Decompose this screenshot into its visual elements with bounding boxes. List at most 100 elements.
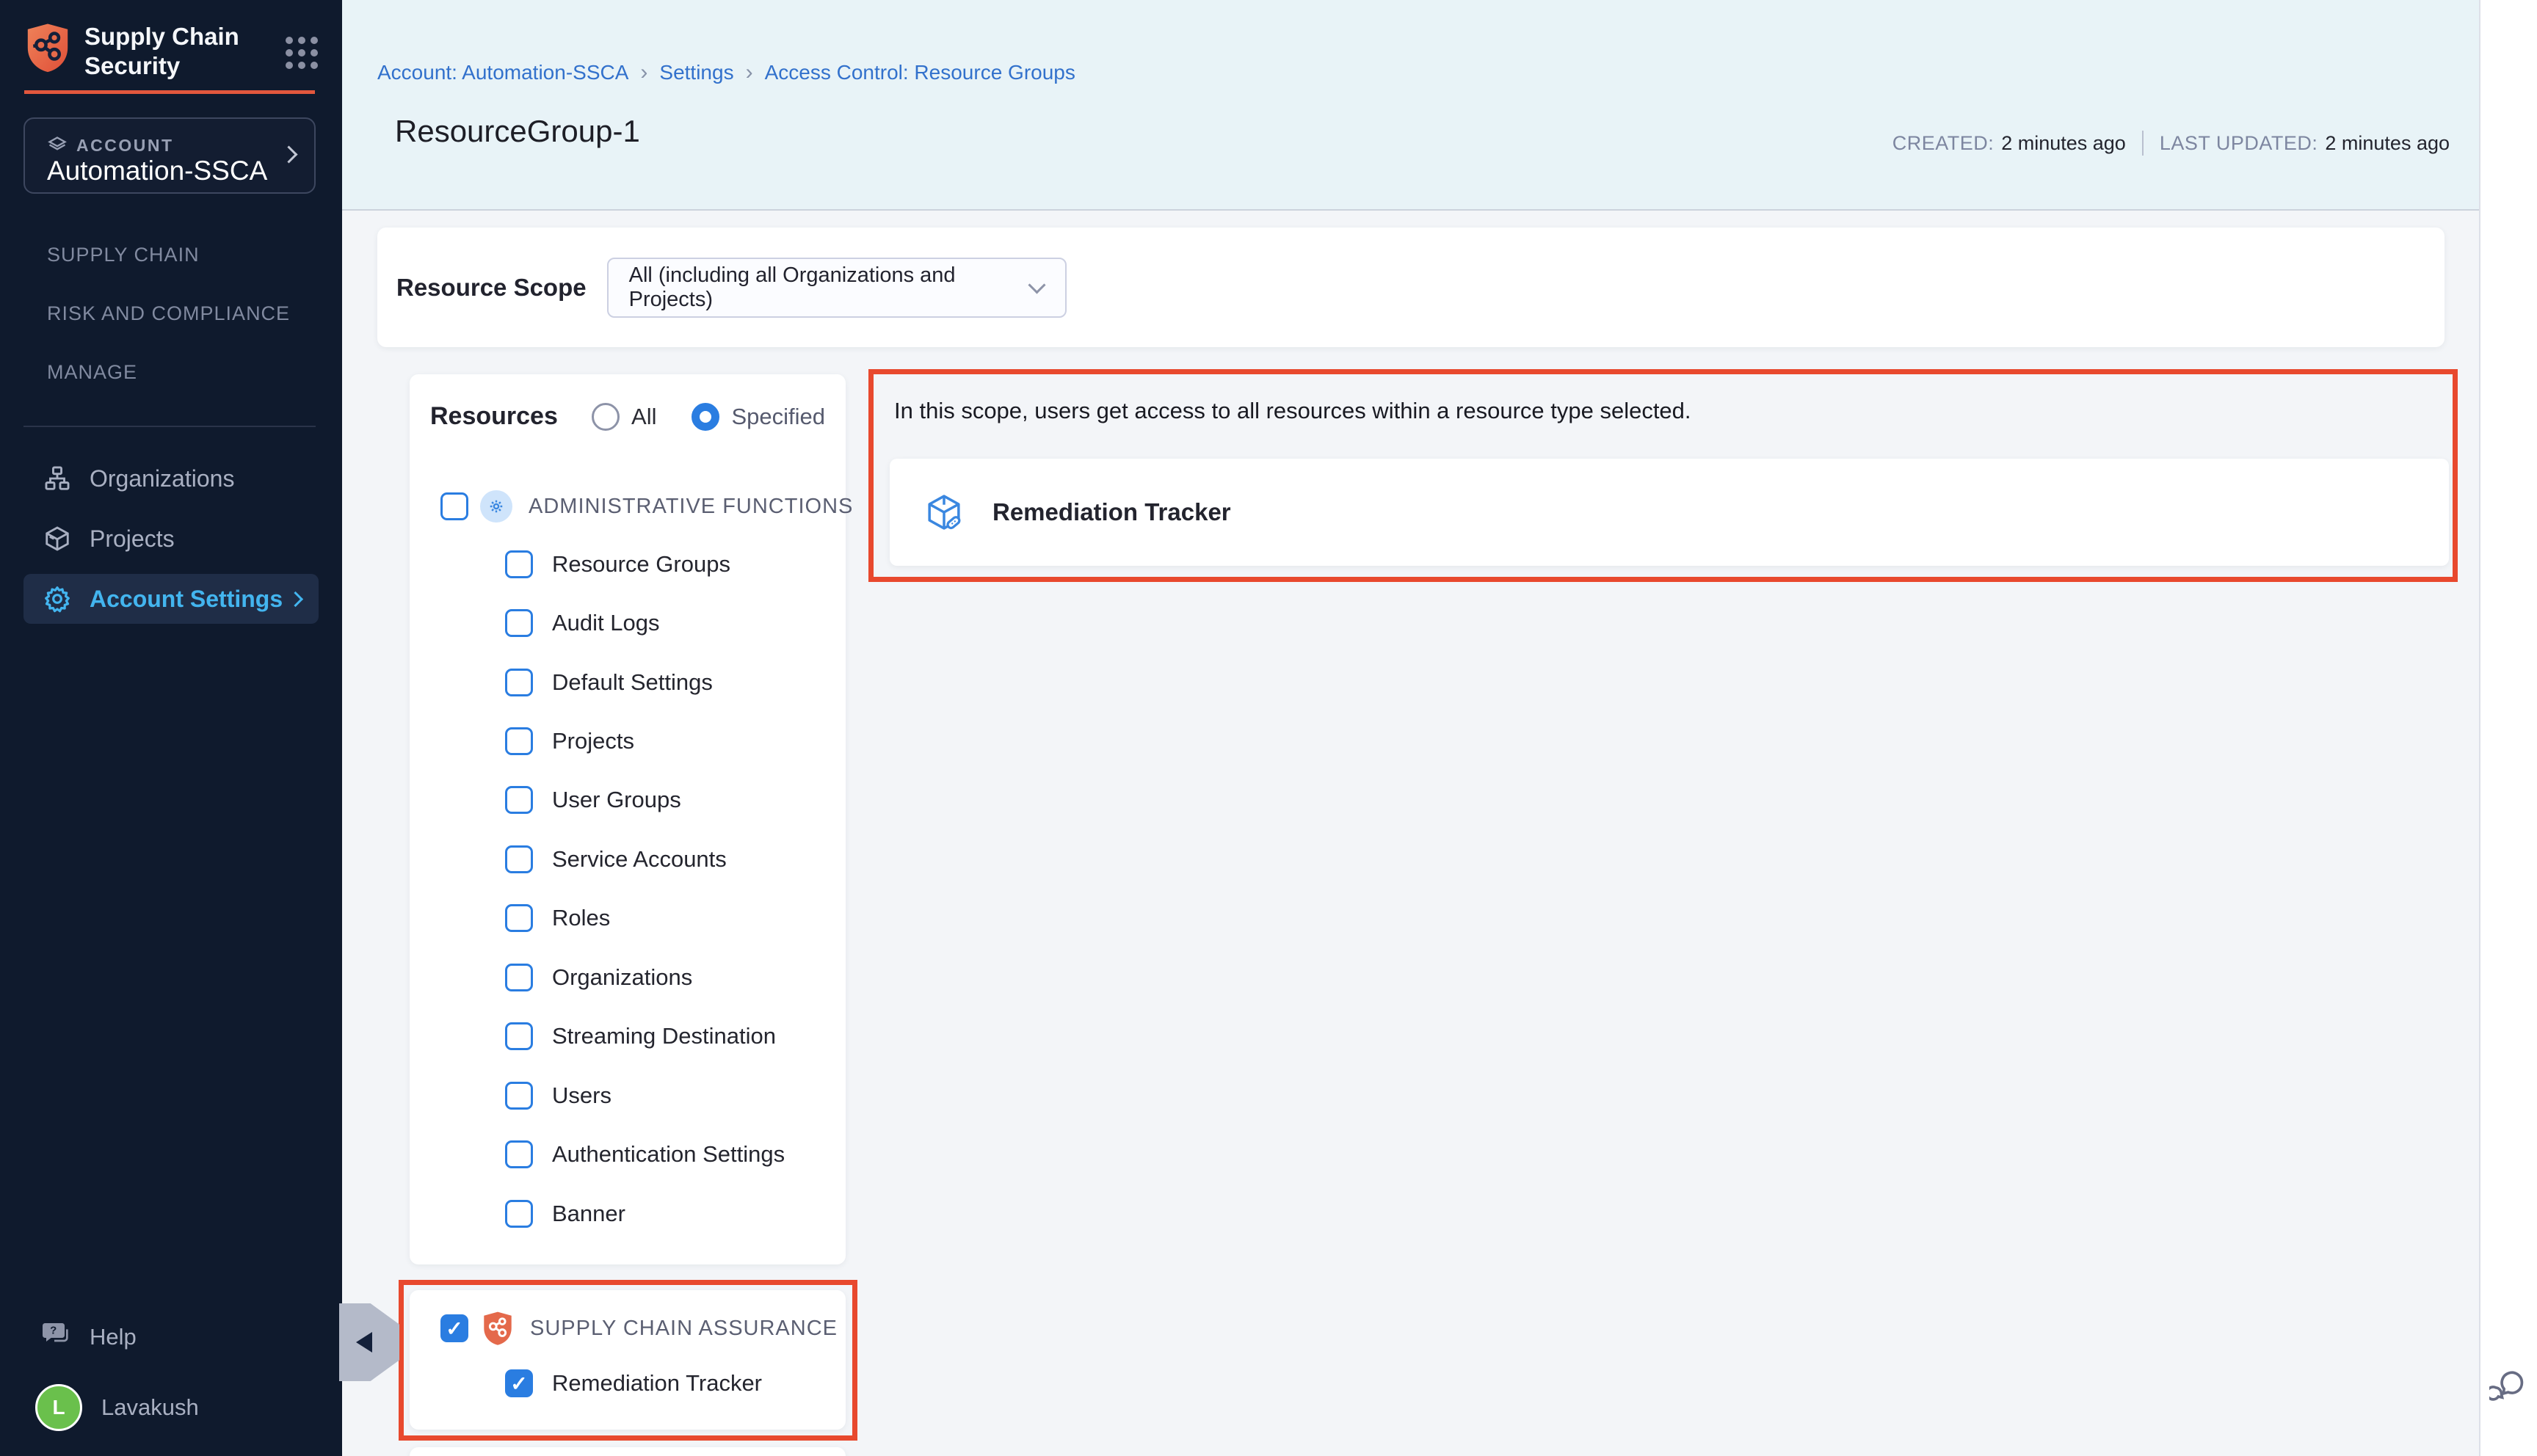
item-label: Users xyxy=(552,1082,611,1109)
breadcrumb-account[interactable]: Account: Automation-SSCA xyxy=(377,61,628,84)
sidebar-section-supply-chain[interactable]: SUPPLY CHAIN xyxy=(47,244,200,266)
item-checkbox[interactable] xyxy=(505,1140,533,1168)
sidebar-section-manage[interactable]: MANAGE xyxy=(47,361,137,384)
app-switcher-grid-icon[interactable] xyxy=(286,37,318,69)
resource-row: Organizations xyxy=(505,964,692,991)
chevron-down-icon xyxy=(1028,276,1045,294)
help-button[interactable]: ? Help xyxy=(23,1315,317,1359)
updated-label: LAST UPDATED: xyxy=(2160,132,2318,155)
resource-row: Audit Logs xyxy=(505,609,660,637)
resource-row: User Groups xyxy=(505,786,681,814)
remediation-cube-icon xyxy=(923,492,965,533)
sidebar-divider xyxy=(23,426,316,427)
item-checkbox[interactable] xyxy=(505,550,533,578)
svg-text:?: ? xyxy=(50,1324,57,1336)
radio-all-label[interactable]: All xyxy=(631,404,656,430)
sidebar-item-account-settings[interactable]: Account Settings xyxy=(23,574,319,624)
resources-radio-group: All Specified xyxy=(592,403,825,431)
created-value: 2 minutes ago xyxy=(2001,132,2126,155)
resource-row: Service Accounts xyxy=(505,845,727,873)
item-checkbox[interactable] xyxy=(505,904,533,932)
chevron-right-icon xyxy=(280,145,297,163)
sidebar-item-label: Account Settings xyxy=(90,586,283,613)
breadcrumb-settings[interactable]: Settings xyxy=(659,61,733,84)
avatar: L xyxy=(35,1384,82,1431)
item-label: Banner xyxy=(552,1201,625,1227)
radio-specified[interactable] xyxy=(692,403,719,431)
item-label: Resource Groups xyxy=(552,551,730,578)
app-title: Supply Chain Security xyxy=(84,22,253,81)
meta-timestamps: CREATED: 2 minutes ago LAST UPDATED: 2 m… xyxy=(1892,131,2450,156)
breadcrumb-resource-groups[interactable]: Access Control: Resource Groups xyxy=(765,61,1075,84)
annotation-box-left xyxy=(399,1280,857,1441)
breadcrumb-separator-icon: › xyxy=(640,60,647,85)
sidebar-item-label: Organizations xyxy=(90,465,234,492)
breadcrumb-separator-icon: › xyxy=(746,60,753,85)
resource-row: Resource Groups xyxy=(505,550,730,578)
help-chat-icon: ? xyxy=(41,1320,73,1355)
resource-row: Projects xyxy=(505,727,634,755)
main-content: Account: Automation-SSCA › Settings › Ac… xyxy=(342,0,2479,1456)
item-checkbox[interactable] xyxy=(505,964,533,991)
resource-row: Streaming Destination xyxy=(505,1022,776,1050)
app-root: Supply Chain Security ACCOUNT Automation… xyxy=(0,0,2537,1456)
meta-divider xyxy=(2142,131,2144,156)
sidebar: Supply Chain Security ACCOUNT Automation… xyxy=(0,0,342,1456)
breadcrumb: Account: Automation-SSCA › Settings › Ac… xyxy=(377,60,1075,85)
item-label: Service Accounts xyxy=(552,846,727,873)
user-name: Lavakush xyxy=(101,1394,199,1421)
resources-heading: Resources xyxy=(430,402,558,431)
page-header: Account: Automation-SSCA › Settings › Ac… xyxy=(342,0,2479,211)
sidebar-item-label: Projects xyxy=(90,525,175,553)
group-checkbox[interactable] xyxy=(440,492,468,520)
item-checkbox[interactable] xyxy=(505,669,533,696)
sidebar-item-projects[interactable]: Projects xyxy=(23,514,319,564)
resources-card: Resources All Specified xyxy=(410,374,846,1264)
brand-underline xyxy=(24,90,315,94)
updated-value: 2 minutes ago xyxy=(2325,132,2450,155)
radio-all[interactable] xyxy=(592,403,620,431)
item-checkbox[interactable] xyxy=(505,1082,533,1110)
item-checkbox[interactable] xyxy=(505,727,533,755)
resource-scope-value: All (including all Organizations and Pro… xyxy=(629,263,1031,312)
account-selector[interactable]: ACCOUNT Automation-SSCA xyxy=(23,117,316,194)
chat-bubbles-icon[interactable] xyxy=(2489,1366,2527,1405)
item-checkbox[interactable] xyxy=(505,1200,533,1228)
user-profile[interactable]: L Lavakush xyxy=(23,1380,317,1435)
scope-note: In this scope, users get access to all r… xyxy=(894,398,1691,424)
radio-specified-label[interactable]: Specified xyxy=(731,404,825,430)
sidebar-section-risk-and-compliance[interactable]: RISK AND COMPLIANCE xyxy=(47,302,290,325)
item-label: Default Settings xyxy=(552,669,713,696)
sidebar-item-organizations[interactable]: Organizations xyxy=(23,454,319,503)
selected-resource-label: Remediation Tracker xyxy=(992,498,1231,526)
resource-row: Default Settings xyxy=(505,669,713,696)
group-label: ADMINISTRATIVE FUNCTIONS xyxy=(529,495,853,519)
resource-row: Authentication Settings xyxy=(505,1140,785,1168)
account-label: ACCOUNT xyxy=(76,136,174,156)
item-label: User Groups xyxy=(552,787,681,813)
item-label: Authentication Settings xyxy=(552,1141,785,1168)
item-checkbox[interactable] xyxy=(505,609,533,637)
resource-row: Banner xyxy=(505,1200,625,1228)
item-label: Projects xyxy=(552,728,634,754)
resource-row: Users xyxy=(505,1082,611,1110)
cube-icon xyxy=(43,525,72,553)
item-checkbox[interactable] xyxy=(505,845,533,873)
item-label: Audit Logs xyxy=(552,610,660,636)
right-utility-strip xyxy=(2479,0,2537,1456)
next-card-partial xyxy=(410,1447,846,1456)
group-row-administrative-functions: ADMINISTRATIVE FUNCTIONS xyxy=(440,490,853,523)
item-label: Streaming Destination xyxy=(552,1023,776,1049)
help-label: Help xyxy=(90,1324,137,1350)
item-checkbox[interactable] xyxy=(505,786,533,814)
page-title: ResourceGroup-1 xyxy=(395,114,640,149)
collapse-left-arrow-icon xyxy=(356,1332,372,1353)
chevron-right-icon xyxy=(288,591,303,606)
admin-gear-badge-icon xyxy=(480,490,512,523)
created-label: CREATED: xyxy=(1892,132,1995,155)
resource-scope-card: Resource Scope All (including all Organi… xyxy=(377,228,2445,347)
resource-scope-label: Resource Scope xyxy=(396,274,587,302)
supply-chain-security-logo-icon xyxy=(24,22,71,73)
resource-scope-dropdown[interactable]: All (including all Organizations and Pro… xyxy=(607,258,1067,318)
item-checkbox[interactable] xyxy=(505,1022,533,1050)
